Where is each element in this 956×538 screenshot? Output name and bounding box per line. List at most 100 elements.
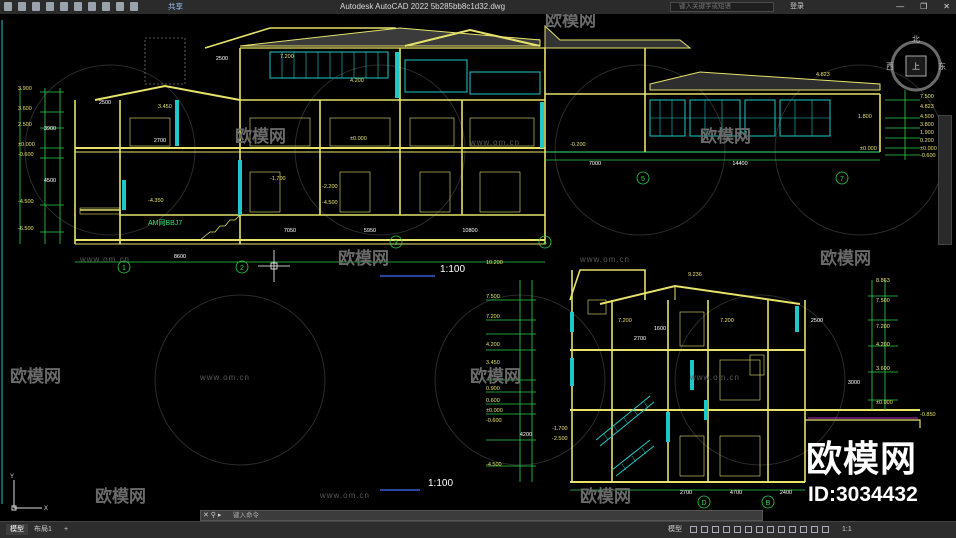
- elevation-label: 2.500: [18, 122, 32, 128]
- elevation-label: 7.200: [876, 324, 890, 330]
- elevation-label: -4.500: [486, 462, 502, 468]
- ucs-icon: [11, 480, 42, 511]
- navigation-bar[interactable]: [938, 115, 952, 245]
- viewcube-east[interactable]: 东: [938, 61, 946, 71]
- svg-text:X: X: [44, 506, 48, 512]
- annotation-icon[interactable]: [789, 526, 796, 533]
- watermark-brand-text: 欧模网: [545, 14, 596, 30]
- elevation-label: ±0.000: [18, 142, 35, 148]
- grid-icon[interactable]: [690, 526, 697, 533]
- axis-label: 4: [543, 240, 547, 247]
- elevation-label: 4.200: [486, 342, 500, 348]
- dimension-label: 7050: [284, 228, 296, 234]
- elevation-label: ±0.000: [486, 408, 503, 414]
- axis-label: 2: [240, 265, 244, 272]
- app-menu-icon[interactable]: [4, 2, 12, 11]
- annotation-scale[interactable]: 1:1: [842, 524, 852, 535]
- watermark-brand-text: 欧模网: [470, 366, 521, 386]
- login-button[interactable]: 登录: [790, 1, 804, 13]
- dimension-label: 5950: [364, 228, 376, 234]
- watermark-brand-text: 欧模网: [338, 248, 389, 268]
- watermark-brand-text: 欧模网: [580, 486, 631, 506]
- axis-label: 7: [840, 176, 844, 183]
- dimension-label: 2500: [99, 100, 111, 106]
- window-title: Autodesk AutoCAD 2022 5b285bb8c1d32.dwg: [340, 2, 506, 11]
- elevation-label: -2.500: [552, 436, 568, 442]
- new-file-icon[interactable]: [18, 2, 26, 11]
- tab-layout1[interactable]: 布局1: [30, 524, 56, 535]
- dimension-label: 2500: [811, 318, 823, 324]
- title-bar: 共享 Autodesk AutoCAD 2022 5b285bb8c1d32.d…: [0, 0, 956, 15]
- close-icon[interactable]: ✕ ⚲ ▸: [203, 511, 221, 520]
- axis-label: 1: [122, 265, 126, 272]
- watermark-id: ID:3034432: [808, 483, 918, 506]
- elevation-label: 7.200: [486, 314, 500, 320]
- elevation-label: -0.600: [920, 153, 936, 159]
- share-icon[interactable]: [130, 2, 138, 11]
- open-file-icon[interactable]: [32, 2, 40, 11]
- watermark-brand-big: 欧模网: [806, 438, 918, 479]
- elevation-label: 0.600: [486, 398, 500, 404]
- elevation-label: 1.800: [858, 114, 872, 120]
- watermark-site: www.om.cn: [199, 373, 250, 382]
- elevation-label: ±0.000: [876, 400, 893, 406]
- elevation-label: ±0.000: [920, 146, 937, 152]
- watermark-site: www.om.cn: [319, 491, 370, 500]
- undo-icon[interactable]: [88, 2, 96, 11]
- elevation-label: 10.200: [486, 260, 503, 266]
- watermark-brand-text: 欧模网: [10, 366, 61, 386]
- scale-label: 1:100: [428, 478, 453, 489]
- axis-label: B: [766, 500, 771, 507]
- elevation-label: -0.600: [486, 418, 502, 424]
- quick-access-toolbar[interactable]: [4, 2, 138, 11]
- dimension-label: 4200: [520, 432, 532, 438]
- save-as-icon[interactable]: [60, 2, 68, 11]
- command-line[interactable]: ✕ ⚲ ▸ 键入命令: [200, 510, 763, 521]
- quick-props-icon[interactable]: [822, 526, 829, 533]
- add-layout-icon[interactable]: +: [60, 524, 72, 535]
- close-icon[interactable]: ✕: [943, 1, 950, 13]
- redo-icon[interactable]: [102, 2, 110, 11]
- units-icon[interactable]: [811, 526, 818, 533]
- dimension-label: 7000: [589, 161, 601, 167]
- plot-icon[interactable]: [74, 2, 82, 11]
- watermark-site: www.om.cn: [579, 255, 630, 264]
- search-input[interactable]: [670, 2, 774, 12]
- dimension-label: 4700: [730, 490, 742, 496]
- viewcube[interactable]: 北 西 东 上: [884, 34, 948, 98]
- tab-model[interactable]: 模型: [6, 524, 28, 535]
- elevation-label: 4.500: [920, 114, 934, 120]
- viewcube-north[interactable]: 北: [912, 35, 920, 44]
- dimension-label: 4500: [44, 178, 56, 184]
- elevation-label: -4.500: [322, 200, 338, 206]
- elevation-label: 0.200: [920, 138, 934, 144]
- selection-cycling-icon[interactable]: [778, 526, 785, 533]
- osnap-icon[interactable]: [734, 526, 741, 533]
- polar-icon[interactable]: [723, 526, 730, 533]
- save-icon[interactable]: [46, 2, 54, 11]
- ortho-icon[interactable]: [712, 526, 719, 533]
- watermark-site: www.om.cn: [689, 373, 740, 382]
- elevation-label: 7.500: [876, 298, 890, 304]
- share-button[interactable]: 共享: [168, 1, 183, 13]
- otrack-icon[interactable]: [745, 526, 752, 533]
- elevation-label: 7.500: [486, 294, 500, 300]
- workspace-icon[interactable]: [116, 2, 124, 11]
- section-1-drawing: 1 2 3 4 5 7 3.900 3.600 2.500 ±0.000 -0.…: [18, 24, 937, 282]
- watermark-site: www.om.cn: [79, 255, 130, 264]
- dimension-label: 2500: [216, 56, 228, 62]
- watermark-text: www.om.cn www.om.cn www.om.cn www.om.cn …: [79, 138, 740, 500]
- minimize-icon[interactable]: —: [896, 1, 904, 13]
- command-input[interactable]: 键入命令: [233, 511, 259, 520]
- snap-icon[interactable]: [701, 526, 708, 533]
- elevation-label: 3.900: [18, 86, 32, 92]
- workspace-switch-icon[interactable]: [800, 526, 807, 533]
- model-space-button[interactable]: 模型: [668, 524, 682, 535]
- transparency-icon[interactable]: [767, 526, 774, 533]
- lineweight-icon[interactable]: [756, 526, 763, 533]
- watermark-brand-text: 欧模网: [700, 126, 751, 146]
- viewcube-west[interactable]: 西: [886, 62, 894, 71]
- viewcube-top[interactable]: 上: [912, 62, 920, 71]
- restore-icon[interactable]: ❐: [920, 1, 927, 13]
- room-label: AM网BBJ7: [148, 219, 182, 227]
